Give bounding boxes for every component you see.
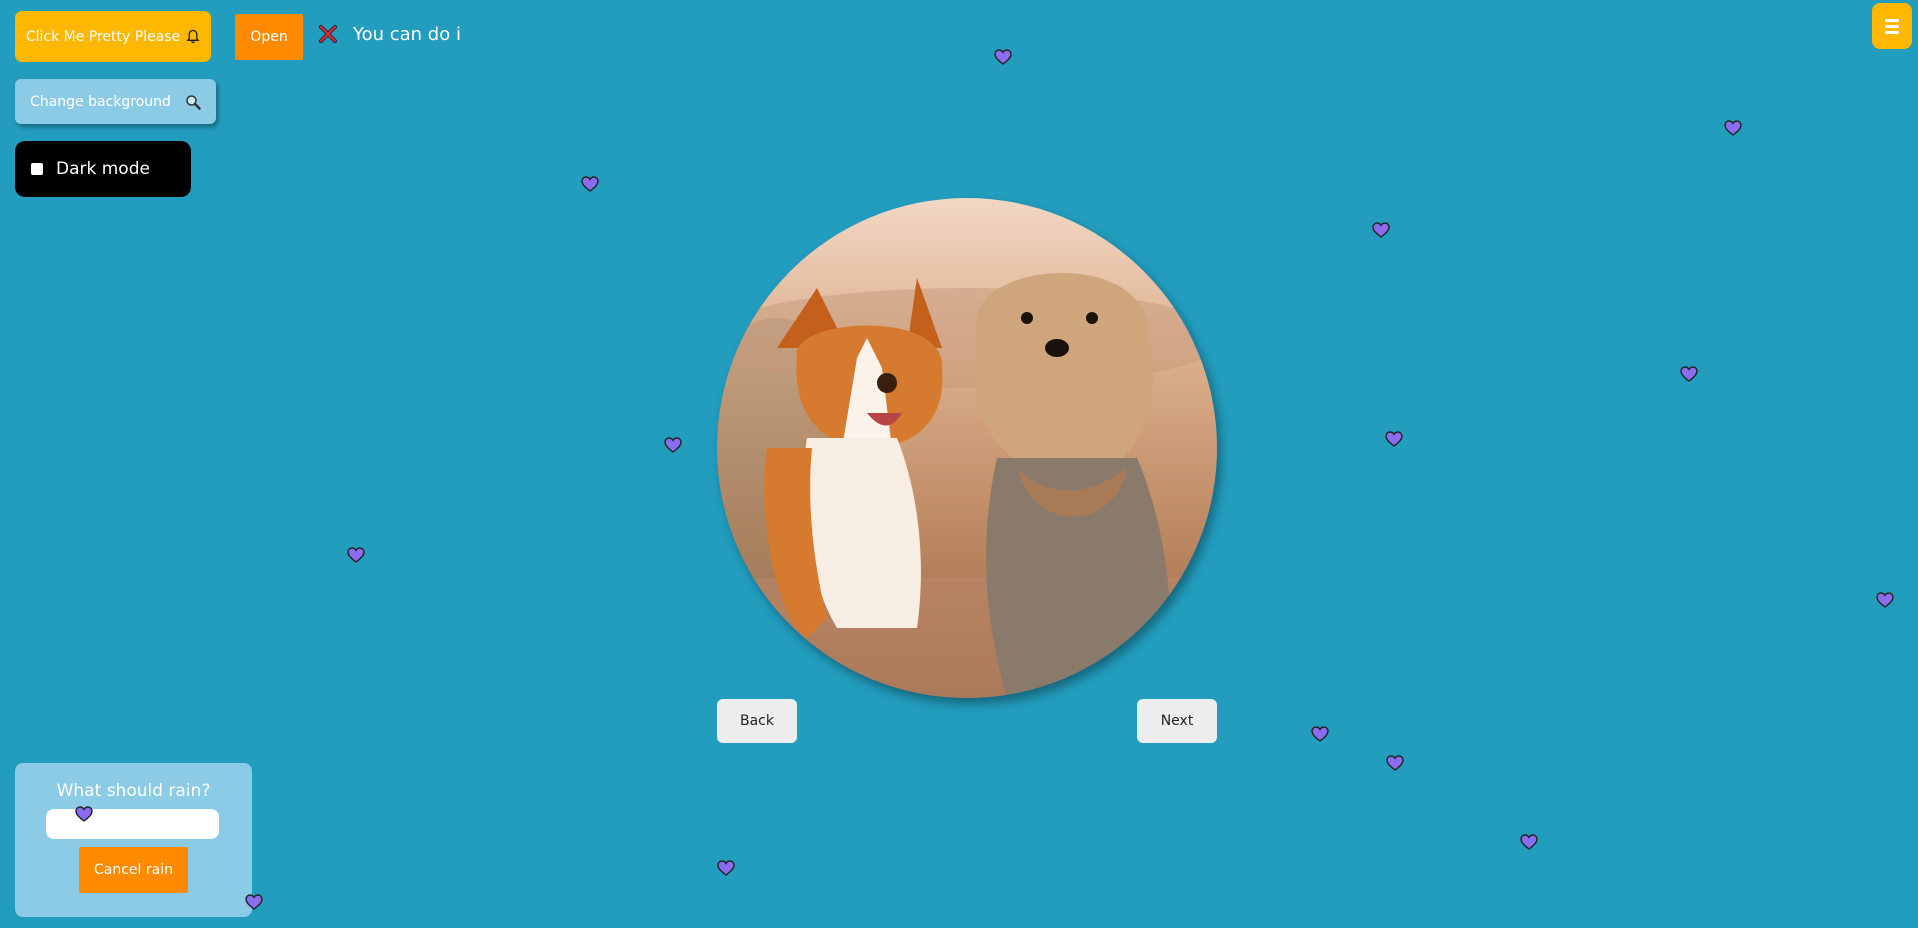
dark-mode-toggle[interactable]: Dark mode: [15, 141, 191, 197]
purple-heart-icon: [664, 437, 682, 453]
purple-heart-icon: [994, 49, 1012, 65]
open-button-label: Open: [250, 29, 288, 45]
dogs-photo: [717, 198, 1217, 698]
purple-heart-icon: [1724, 120, 1742, 136]
purple-heart-icon: [717, 860, 735, 876]
typed-text: You can do i: [353, 24, 461, 45]
close-icon[interactable]: [318, 24, 338, 44]
change-background-label: Change background: [30, 93, 171, 110]
change-background-button[interactable]: Change background: [15, 79, 216, 124]
back-button-label: Back: [740, 713, 774, 729]
next-button[interactable]: Next: [1137, 699, 1217, 743]
crescent-moon-icon: [157, 162, 165, 176]
open-button[interactable]: Open: [235, 14, 303, 60]
rain-panel: What should rain? Cancel rain: [15, 763, 252, 917]
rain-title: What should rain?: [56, 781, 211, 801]
purple-heart-icon: [581, 176, 599, 192]
pretty-button-label: Click Me Pretty Please: [25, 28, 181, 45]
cancel-rain-label: Cancel rain: [94, 862, 173, 878]
click-me-pretty-please-button[interactable]: Click Me Pretty Please: [15, 11, 211, 62]
hamburger-menu-icon[interactable]: [1872, 3, 1912, 49]
back-button[interactable]: Back: [717, 699, 797, 743]
next-button-label: Next: [1160, 713, 1194, 729]
magnifier-icon: [186, 94, 201, 110]
cancel-rain-button[interactable]: Cancel rain: [79, 847, 188, 893]
purple-heart-icon: [1876, 592, 1894, 608]
purple-heart-icon: [1680, 366, 1698, 382]
purple-heart-icon: [245, 894, 263, 910]
purple-heart-icon: [1386, 755, 1404, 771]
purple-heart-icon: [1520, 834, 1538, 850]
purple-heart-icon: [75, 806, 93, 822]
purple-heart-icon: [1311, 726, 1329, 742]
dark-mode-label: Dark mode: [56, 159, 150, 179]
purple-heart-icon: [1372, 222, 1390, 238]
purple-heart-icon: [347, 547, 365, 563]
dark-mode-checkbox[interactable]: [31, 163, 43, 175]
rain-input[interactable]: [46, 809, 219, 839]
bell-icon: [186, 29, 200, 44]
purple-heart-icon: [1385, 431, 1403, 447]
